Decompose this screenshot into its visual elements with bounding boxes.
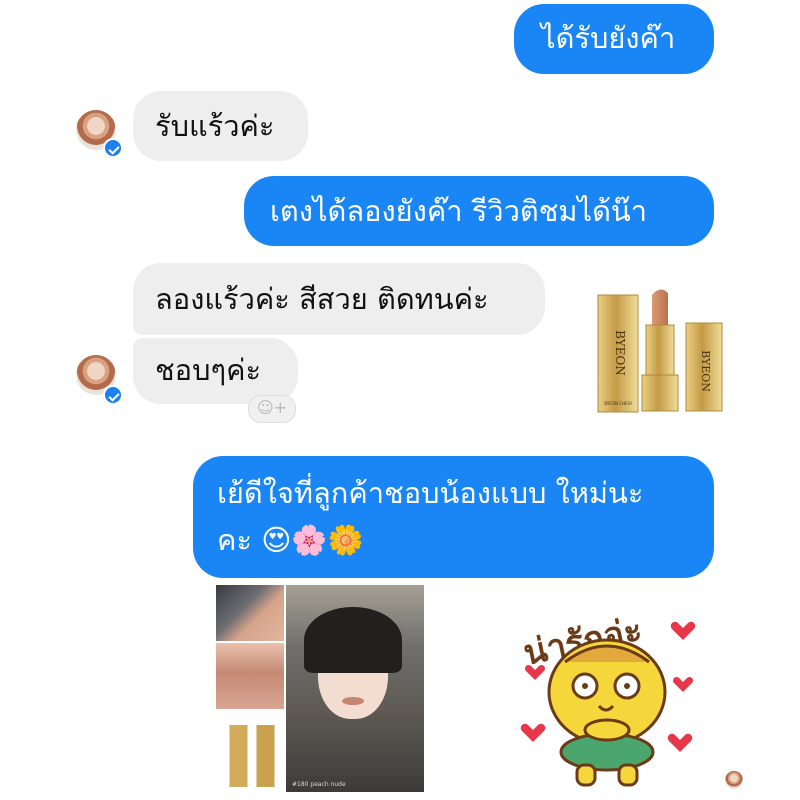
message-text: ชอบๆค่ะ xyxy=(155,353,262,387)
message-outgoing-1[interactable]: ได้รับยังค๊า xyxy=(514,4,714,74)
lipstick-product-photo xyxy=(224,725,280,787)
selfie-hair xyxy=(304,607,402,673)
seen-avatar xyxy=(725,771,743,789)
chat-canvas: ได้รับยังค๊า รับแร้วค่ะ เตงได้ลองยังค๊า … xyxy=(0,0,800,800)
messenger-badge-icon xyxy=(103,385,123,405)
selfie-lips xyxy=(342,697,364,705)
message-text-line-1: เย้ดีใจที่ลูกค้าชอบน้องแบบ ใหม่นะ xyxy=(217,476,644,510)
lipstick-product-image: BYEON BYEON CHEUI BYEON xyxy=(597,289,723,413)
photo-caption: #180 peach nude xyxy=(292,781,346,788)
emoji-group: 😍🌸🌼 xyxy=(261,523,364,557)
lipstick-swatch-photo xyxy=(216,643,284,709)
message-incoming-2[interactable]: ลองแร้วค่ะ สีสวย ติดทนค่ะ xyxy=(133,263,545,335)
product-small-label: BYEON CHEUI xyxy=(604,401,631,406)
lipstick-swatch-photo xyxy=(216,585,284,641)
product-brand-text: BYEON xyxy=(613,330,627,376)
messenger-badge-icon xyxy=(103,138,123,158)
message-text: เตงได้ลองยังค๊า รีวิวติชมได้น๊า xyxy=(270,194,648,228)
cute-sticker[interactable]: น่ารักอ่ะ xyxy=(515,590,700,790)
message-text: รับแร้วค่ะ xyxy=(155,109,275,143)
message-outgoing-2[interactable]: เตงได้ลองยังค๊า รีวิวติชมได้น๊า xyxy=(244,176,714,246)
message-text: ลองแร้วค่ะ สีสวย ติดทนค่ะ xyxy=(155,282,489,316)
selfie-photo: #180 peach nude xyxy=(286,585,424,792)
add-reaction-button[interactable]: ☺+ xyxy=(248,395,296,423)
message-text: ได้รับยังค๊า xyxy=(541,21,676,55)
message-text-line-2: คะ 😍🌸🌼 xyxy=(217,523,364,557)
review-photo-collage[interactable]: #180 peach nude xyxy=(216,585,424,792)
message-outgoing-3[interactable]: เย้ดีใจที่ลูกค้าชอบน้องแบบ ใหม่นะ คะ 😍🌸🌼 xyxy=(193,456,714,578)
product-brand-text: BYEON xyxy=(699,350,712,392)
message-incoming-1[interactable]: รับแร้วค่ะ xyxy=(133,91,308,161)
add-reaction-icon: ☺+ xyxy=(256,398,288,417)
